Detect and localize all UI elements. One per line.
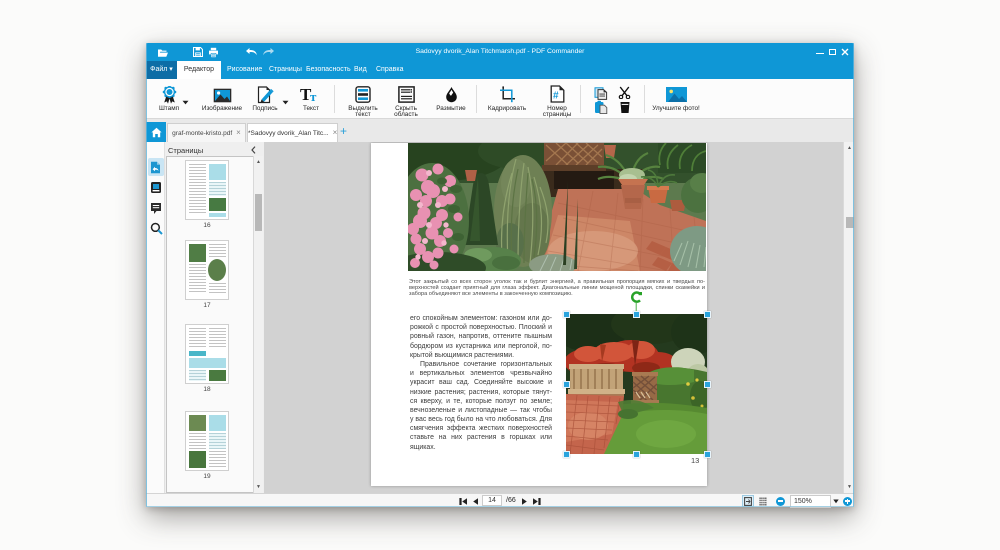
svg-text:#: # xyxy=(553,91,559,102)
